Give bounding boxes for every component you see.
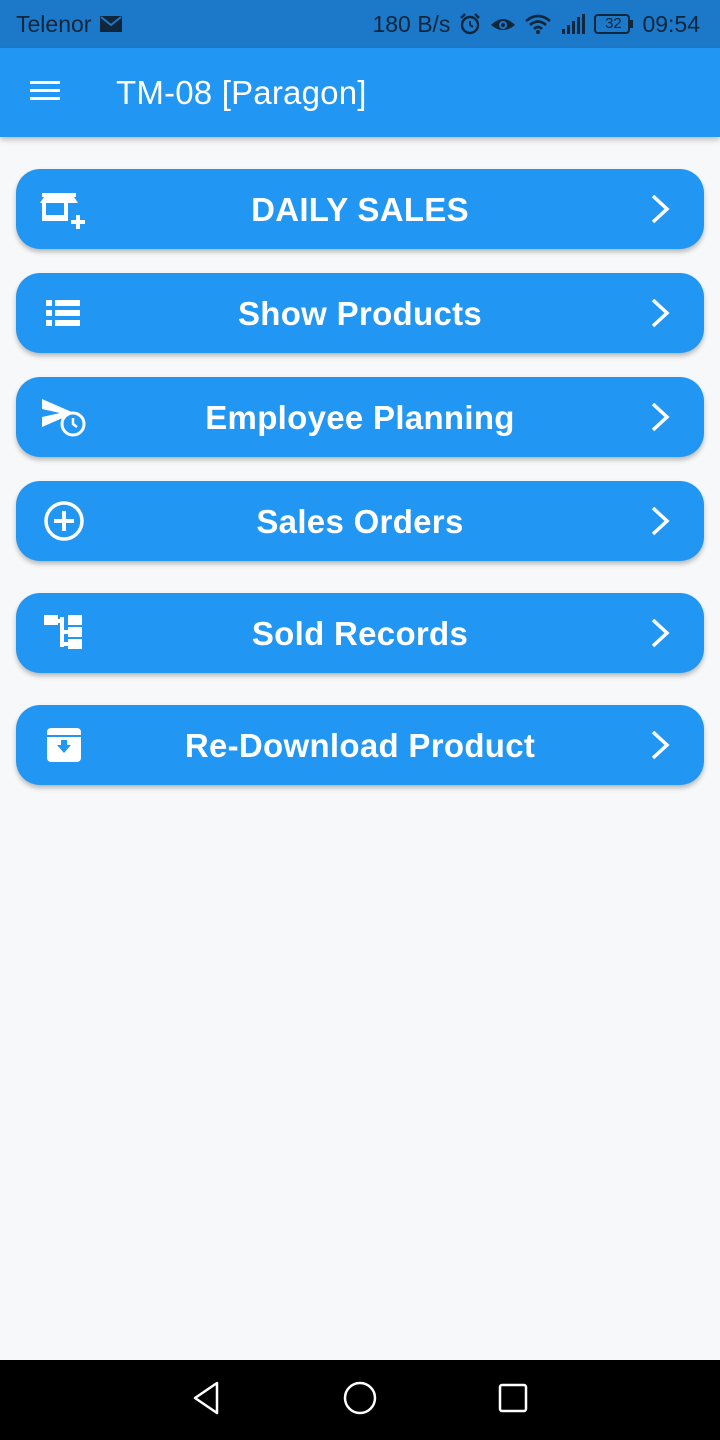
employee-planning-label: Employee Planning [205, 399, 515, 436]
sold-records-button[interactable]: Sold Records [16, 593, 704, 673]
re-download-product-button[interactable]: Re-Download Product [16, 705, 704, 785]
sold-records-label: Sold Records [251, 615, 469, 652]
app-bar: TM-08 [Paragon] [0, 48, 720, 137]
sales-orders-label: Sales Orders [256, 503, 464, 540]
recents-button[interactable] [483, 1370, 543, 1430]
clock-time: 09:54 [642, 10, 700, 37]
page-title: TM-08 [Paragon] [116, 73, 367, 111]
home-button[interactable] [330, 1370, 390, 1430]
status-bar: Telenor 180 B/s 32 09:54 [0, 0, 720, 48]
chevron-right-icon [648, 617, 672, 649]
menu-button[interactable] [0, 48, 90, 137]
show-products-label: Show Products [237, 295, 483, 332]
daily-sales-button[interactable]: DAILY SALES [16, 169, 704, 249]
menu-icon [29, 78, 61, 107]
employee-planning-button[interactable]: Employee Planning [16, 377, 704, 457]
chevron-right-icon [648, 401, 672, 433]
chevron-right-icon [648, 505, 672, 537]
daily-sales-label: DAILY SALES [251, 191, 469, 228]
show-products-button[interactable]: Show Products [16, 273, 704, 353]
battery-icon: 32 [594, 13, 634, 35]
alarm-icon [458, 12, 482, 36]
recents-square-icon [495, 1380, 531, 1421]
system-nav-bar [0, 1360, 720, 1440]
signal-icon [560, 13, 586, 35]
mail-icon [99, 14, 123, 34]
eye-icon [490, 13, 516, 35]
net-speed: 180 B/s [372, 10, 451, 37]
chevron-right-icon [648, 193, 672, 225]
re-download-product-label: Re-Download Product [184, 727, 536, 764]
battery-level: 32 [605, 15, 622, 32]
chevron-right-icon [648, 297, 672, 329]
chevron-right-icon [648, 729, 672, 761]
wifi-icon [524, 13, 552, 35]
home-circle-icon [342, 1380, 378, 1421]
back-triangle-icon [189, 1380, 225, 1421]
sales-orders-button[interactable]: Sales Orders [16, 481, 704, 561]
back-button[interactable] [177, 1370, 237, 1430]
carrier-name: Telenor [16, 10, 92, 37]
